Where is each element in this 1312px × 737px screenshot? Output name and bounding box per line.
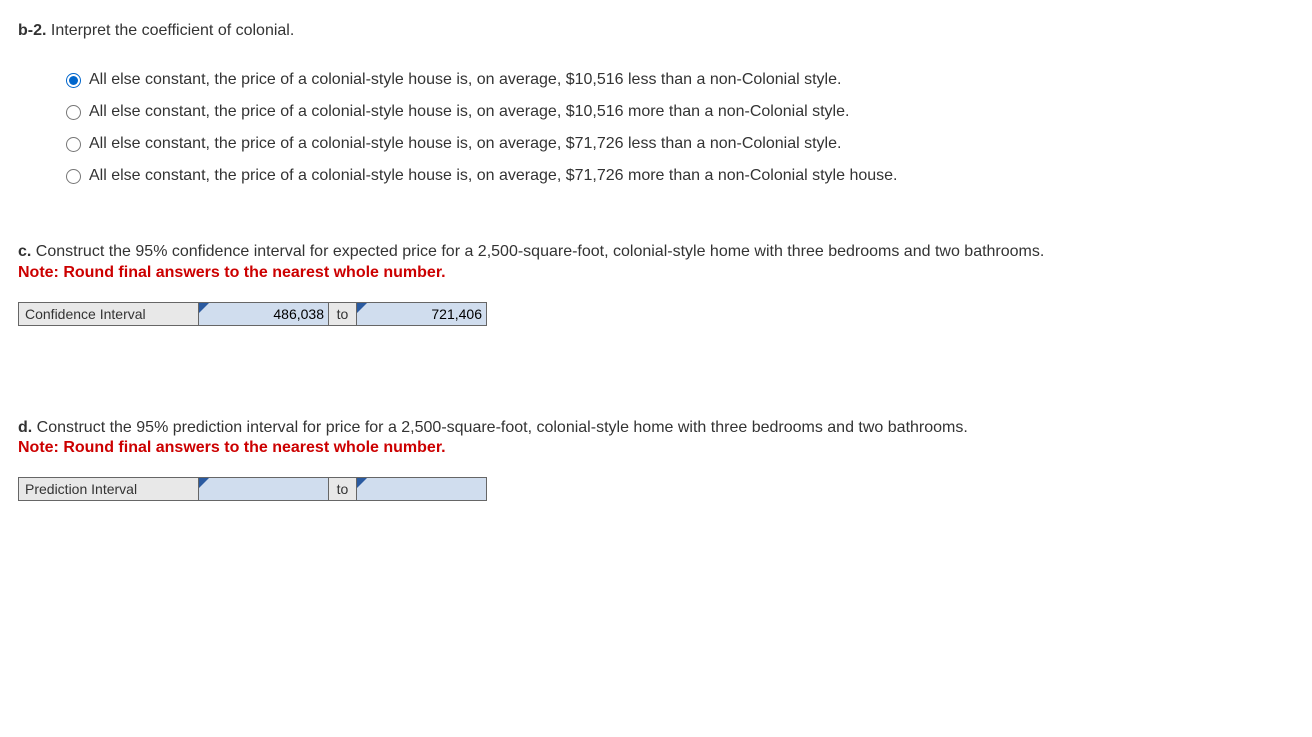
- question-d-label: d.: [18, 419, 32, 436]
- flag-icon: [199, 478, 209, 488]
- to-label: to: [329, 302, 357, 325]
- option-3-text: All else constant, the price of a coloni…: [89, 132, 841, 156]
- option-4[interactable]: All else constant, the price of a coloni…: [66, 164, 1294, 188]
- prediction-interval-label: Prediction Interval: [19, 477, 199, 500]
- confidence-upper-cell: [357, 302, 487, 325]
- question-c: c. Construct the 95% confidence interval…: [18, 240, 1294, 325]
- question-b2: b-2. Interpret the coefficient of coloni…: [18, 20, 1294, 188]
- radio-option-3[interactable]: [66, 137, 81, 152]
- question-d-prompt: d. Construct the 95% prediction interval…: [18, 416, 1294, 439]
- prediction-lower-input[interactable]: [199, 478, 328, 500]
- question-b2-prompt: b-2. Interpret the coefficient of coloni…: [18, 20, 1294, 42]
- question-c-label: c.: [18, 243, 31, 260]
- flag-icon: [199, 303, 209, 313]
- question-c-note: Note: Round final answers to the nearest…: [18, 264, 1294, 282]
- question-b2-options: All else constant, the price of a coloni…: [18, 68, 1294, 188]
- question-b2-text: Interpret the coefficient of colonial.: [46, 22, 294, 39]
- option-2-text: All else constant, the price of a coloni…: [89, 100, 849, 124]
- confidence-upper-input[interactable]: [357, 303, 486, 325]
- question-d-note: Note: Round final answers to the nearest…: [18, 439, 1294, 457]
- option-2[interactable]: All else constant, the price of a coloni…: [66, 100, 1294, 124]
- option-3[interactable]: All else constant, the price of a coloni…: [66, 132, 1294, 156]
- radio-option-2[interactable]: [66, 105, 81, 120]
- option-1[interactable]: All else constant, the price of a coloni…: [66, 68, 1294, 92]
- question-d: d. Construct the 95% prediction interval…: [18, 416, 1294, 501]
- prediction-interval-table: Prediction Interval to: [18, 477, 487, 501]
- prediction-upper-cell: [357, 477, 487, 500]
- table-row: Prediction Interval to: [19, 477, 487, 500]
- confidence-lower-cell: [199, 302, 329, 325]
- radio-option-4[interactable]: [66, 169, 81, 184]
- question-d-text: Construct the 95% prediction interval fo…: [32, 419, 968, 436]
- flag-icon: [357, 303, 367, 313]
- confidence-lower-input[interactable]: [199, 303, 328, 325]
- option-1-text: All else constant, the price of a coloni…: [89, 68, 841, 92]
- question-b2-label: b-2.: [18, 22, 46, 39]
- prediction-upper-input[interactable]: [357, 478, 486, 500]
- option-4-text: All else constant, the price of a coloni…: [89, 164, 897, 188]
- flag-icon: [357, 478, 367, 488]
- confidence-interval-label: Confidence Interval: [19, 302, 199, 325]
- radio-option-1[interactable]: [66, 73, 81, 88]
- confidence-interval-table: Confidence Interval to: [18, 302, 487, 326]
- table-row: Confidence Interval to: [19, 302, 487, 325]
- prediction-lower-cell: [199, 477, 329, 500]
- to-label: to: [329, 477, 357, 500]
- question-c-prompt: c. Construct the 95% confidence interval…: [18, 240, 1294, 263]
- question-c-text: Construct the 95% confidence interval fo…: [31, 243, 1044, 260]
